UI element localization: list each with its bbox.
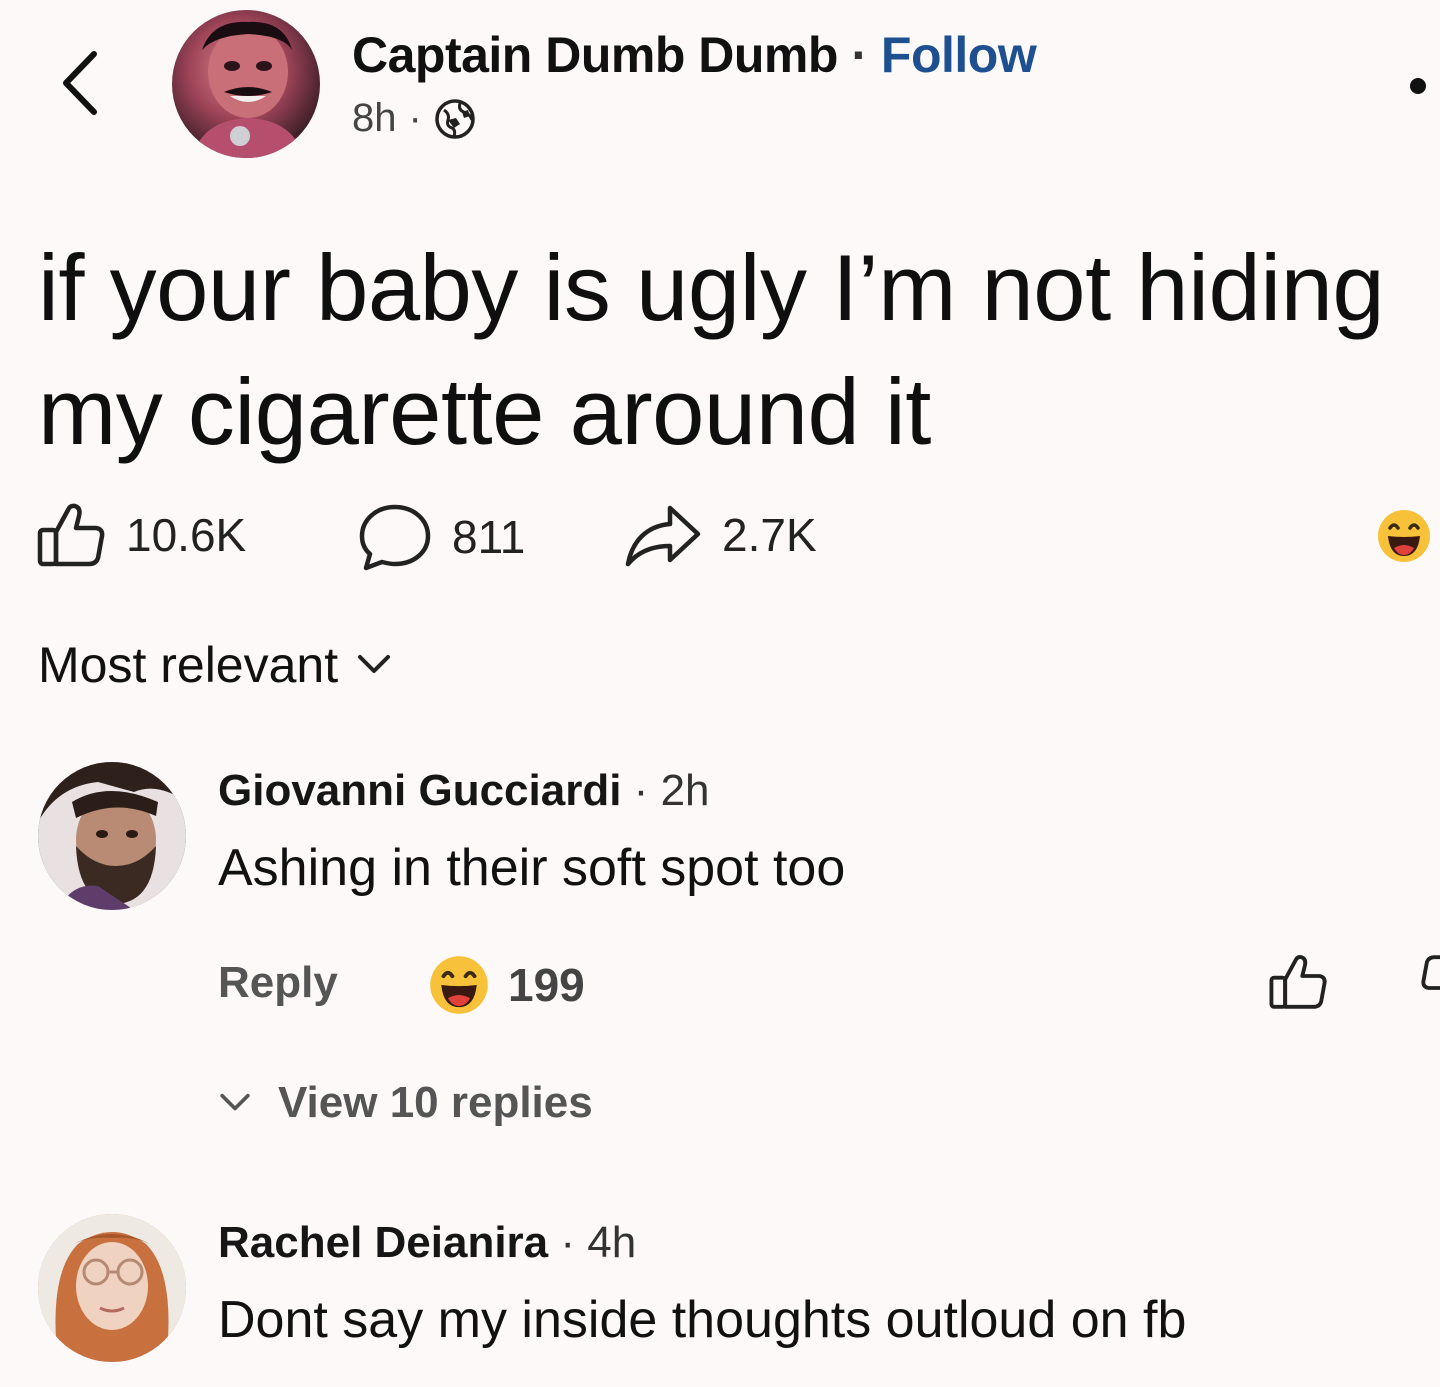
post-author-name[interactable]: Captain Dumb Dumb (352, 27, 838, 83)
share-arrow-icon (625, 505, 701, 567)
comment-count: 811 (452, 511, 526, 563)
chevron-left-icon (63, 51, 97, 115)
comment-dislike-button[interactable] (1420, 952, 1440, 1012)
comment-time: 2h (660, 766, 710, 815)
like-button[interactable]: 10.6K (36, 502, 246, 568)
comment-sort-dropdown[interactable]: Most relevant (38, 636, 392, 694)
thumbs-up-icon (37, 503, 105, 567)
haha-emoji-icon (430, 956, 488, 1014)
more-icon[interactable] (1410, 78, 1426, 94)
comment-separator: · (633, 766, 649, 815)
comment-reaction-count: 199 (508, 959, 585, 1011)
author-avatar-image (192, 21, 304, 158)
share-button[interactable]: 2.7K (624, 502, 817, 568)
comment-text: Ashing in their soft spot too (218, 839, 846, 897)
sort-label: Most relevant (38, 637, 339, 693)
comment-reaction-summary[interactable]: 199 (428, 954, 585, 1016)
author-avatar[interactable] (172, 10, 320, 158)
comment-avatar-image (38, 1214, 186, 1362)
follow-button[interactable]: Follow (881, 27, 1037, 83)
comment-bubble-icon (359, 504, 431, 571)
post-page: Captain Dumb Dumb · Follow 8h · if your … (0, 0, 1440, 1387)
comment-author-name[interactable]: Rachel Deianira (218, 1218, 548, 1267)
thumbs-up-icon (1269, 955, 1327, 1009)
haha-emoji-icon (1378, 510, 1430, 562)
globe-icon (435, 98, 475, 139)
comment-separator: · (560, 1218, 576, 1267)
share-count: 2.7K (722, 509, 817, 561)
post-author-line: Captain Dumb Dumb · Follow (352, 26, 1037, 84)
chevron-down-icon (220, 1093, 250, 1111)
reply-button[interactable]: Reply (218, 958, 338, 1008)
back-button[interactable] (58, 48, 102, 118)
comment-text: Dont say my inside thoughts outloud on f… (218, 1291, 1187, 1349)
view-replies-button[interactable]: View 10 replies (218, 1078, 593, 1128)
comment-author-line: Giovanni Gucciardi · 2h (218, 766, 710, 816)
view-replies-label: View 10 replies (278, 1078, 593, 1127)
like-count: 10.6K (126, 509, 247, 561)
post-time[interactable]: 8h (352, 96, 397, 141)
comment-avatar-image (38, 762, 186, 910)
comment-author-avatar[interactable] (38, 762, 186, 910)
comment-button[interactable]: 811 (358, 502, 525, 572)
comment-like-button[interactable] (1268, 952, 1328, 1012)
comment-author-line: Rachel Deianira · 4h (218, 1218, 636, 1268)
comment-time: 4h (587, 1218, 637, 1267)
reaction-summary[interactable] (1376, 508, 1432, 564)
thumbs-down-icon (1421, 955, 1440, 990)
author-separator: · (851, 27, 868, 83)
post-meta: 8h · (352, 96, 476, 141)
post-text: if your baby is ugly I’m not hiding my c… (38, 235, 1385, 464)
comment-author-name[interactable]: Giovanni Gucciardi (218, 766, 621, 815)
meta-separator: · (408, 96, 422, 140)
comment-author-avatar[interactable] (38, 1214, 186, 1362)
chevron-down-icon (358, 655, 391, 673)
